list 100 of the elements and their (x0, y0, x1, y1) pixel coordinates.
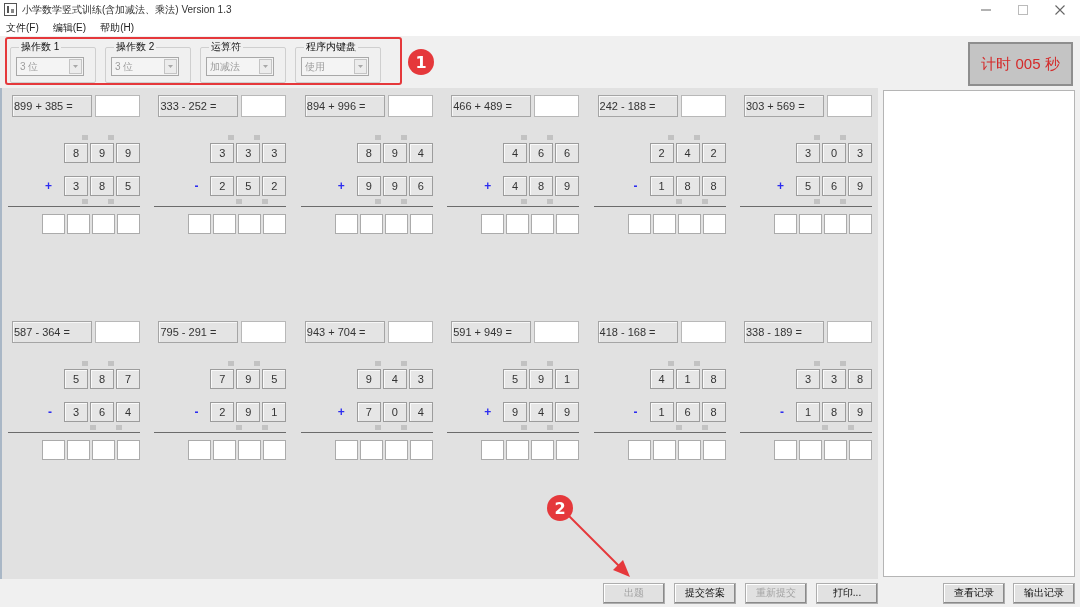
answer-digit-field[interactable] (481, 440, 505, 460)
carry-marker-icon (116, 425, 122, 430)
answer-field[interactable] (534, 321, 580, 343)
answer-digit-field[interactable] (481, 214, 505, 234)
answer-field[interactable] (534, 95, 580, 117)
answer-digit-field[interactable] (848, 214, 872, 234)
expression-label: 418 - 168 = (597, 321, 678, 343)
answer-digit-field[interactable] (188, 440, 212, 460)
carry-marker-icon (547, 135, 554, 140)
action-button[interactable]: 打印... (816, 582, 878, 604)
answer-digit-field[interactable] (506, 214, 530, 234)
answer-digit-field[interactable] (798, 214, 822, 234)
digit-cell: 8 (701, 176, 726, 196)
answer-digit-field[interactable] (506, 440, 530, 460)
answer-digit-field[interactable] (359, 214, 383, 234)
answer-field[interactable] (95, 321, 140, 343)
expression-label: 242 - 188 = (597, 95, 678, 117)
carry-marker-icon (374, 135, 381, 140)
carry-marker-icon (374, 199, 381, 204)
digit-cell: 2 (701, 143, 726, 163)
carry-marker-icon (667, 135, 674, 140)
answer-digit-field[interactable] (263, 214, 287, 234)
digit-cell: 8 (90, 369, 114, 389)
menu-item[interactable]: 文件(F) (6, 20, 39, 35)
answer-digit-field[interactable] (67, 440, 90, 460)
answer-digit-field[interactable] (334, 214, 358, 234)
answer-field[interactable] (826, 321, 872, 343)
answer-digit-field[interactable] (627, 440, 651, 460)
answer-digit-field[interactable] (188, 214, 212, 234)
answer-digit-field[interactable] (384, 214, 408, 234)
answer-digit-field[interactable] (531, 440, 555, 460)
digit-cell: 9 (116, 143, 140, 163)
expression-label: 894 + 996 = (304, 95, 385, 117)
carry-marker-icon (701, 199, 708, 204)
digit-cell: 6 (408, 176, 433, 196)
answer-digit-field[interactable] (823, 440, 847, 460)
answer-digit-field[interactable] (556, 440, 580, 460)
answer-field[interactable] (241, 95, 287, 117)
carry-marker-icon (675, 425, 682, 430)
action-button[interactable]: 提交答案 (674, 582, 736, 604)
answer-digit-field[interactable] (702, 214, 726, 234)
answer-digit-field[interactable] (213, 440, 237, 460)
digit-cell: 8 (821, 402, 846, 422)
answer-digit-field[interactable] (263, 440, 287, 460)
operator-sign: - (48, 406, 52, 418)
answer-digit-field[interactable] (773, 214, 797, 234)
window-title: 小学数学竖式训练(含加减法、乘法) Version 1.3 (22, 2, 232, 17)
answer-digit-field[interactable] (848, 440, 872, 460)
answer-digit-field[interactable] (409, 440, 433, 460)
expression-label: 303 + 569 = (743, 95, 824, 117)
carry-marker-icon (254, 135, 261, 140)
digit-cell: 9 (847, 402, 872, 422)
digit-cell: 9 (90, 143, 114, 163)
answer-digit-field[interactable] (409, 214, 433, 234)
menu-item[interactable]: 帮助(H) (100, 20, 134, 35)
answer-digit-field[interactable] (67, 214, 90, 234)
answer-field[interactable] (387, 321, 433, 343)
answer-digit-field[interactable] (556, 214, 580, 234)
answer-digit-field[interactable] (117, 440, 140, 460)
answer-digit-field[interactable] (92, 440, 115, 460)
answer-digit-field[interactable] (359, 440, 383, 460)
digit-cell: 3 (795, 143, 820, 163)
answer-field[interactable] (826, 95, 872, 117)
answer-digit-field[interactable] (42, 440, 65, 460)
answer-digit-field[interactable] (334, 440, 358, 460)
answer-field[interactable] (95, 95, 140, 117)
answer-field[interactable] (387, 95, 433, 117)
group-label: 运算符 (210, 40, 242, 54)
digit-cell: 4 (408, 143, 433, 163)
answer-digit-field[interactable] (677, 214, 701, 234)
close-icon[interactable] (1055, 4, 1065, 15)
answer-digit-field[interactable] (117, 214, 140, 234)
answer-field[interactable] (241, 321, 287, 343)
annotation-badge: 1 (408, 49, 434, 75)
digit-cell: 3 (408, 369, 433, 389)
answer-digit-field[interactable] (652, 440, 676, 460)
answer-digit-field[interactable] (531, 214, 555, 234)
answer-digit-field[interactable] (702, 440, 726, 460)
answer-digit-field[interactable] (627, 214, 651, 234)
menu-item[interactable]: 编辑(E) (52, 20, 87, 35)
operator-sign: + (484, 406, 492, 418)
answer-digit-field[interactable] (238, 440, 262, 460)
answer-digit-field[interactable] (238, 214, 262, 234)
answer-digit-field[interactable] (92, 214, 115, 234)
answer-digit-field[interactable] (652, 214, 676, 234)
answer-digit-field[interactable] (384, 440, 408, 460)
maximize-icon[interactable] (1018, 4, 1028, 15)
expression-label: 333 - 252 = (158, 95, 239, 117)
answer-digit-field[interactable] (773, 440, 797, 460)
record-button[interactable]: 查看记录 (943, 582, 1005, 604)
answer-digit-field[interactable] (42, 214, 65, 234)
answer-digit-field[interactable] (823, 214, 847, 234)
answer-digit-field[interactable] (213, 214, 237, 234)
record-button[interactable]: 输出记录 (1013, 582, 1075, 604)
answer-digit-field[interactable] (677, 440, 701, 460)
minimize-icon[interactable] (981, 8, 991, 11)
answer-field[interactable] (680, 95, 726, 117)
answer-field[interactable] (680, 321, 726, 343)
digit-cell: 9 (555, 176, 580, 196)
answer-digit-field[interactable] (798, 440, 822, 460)
